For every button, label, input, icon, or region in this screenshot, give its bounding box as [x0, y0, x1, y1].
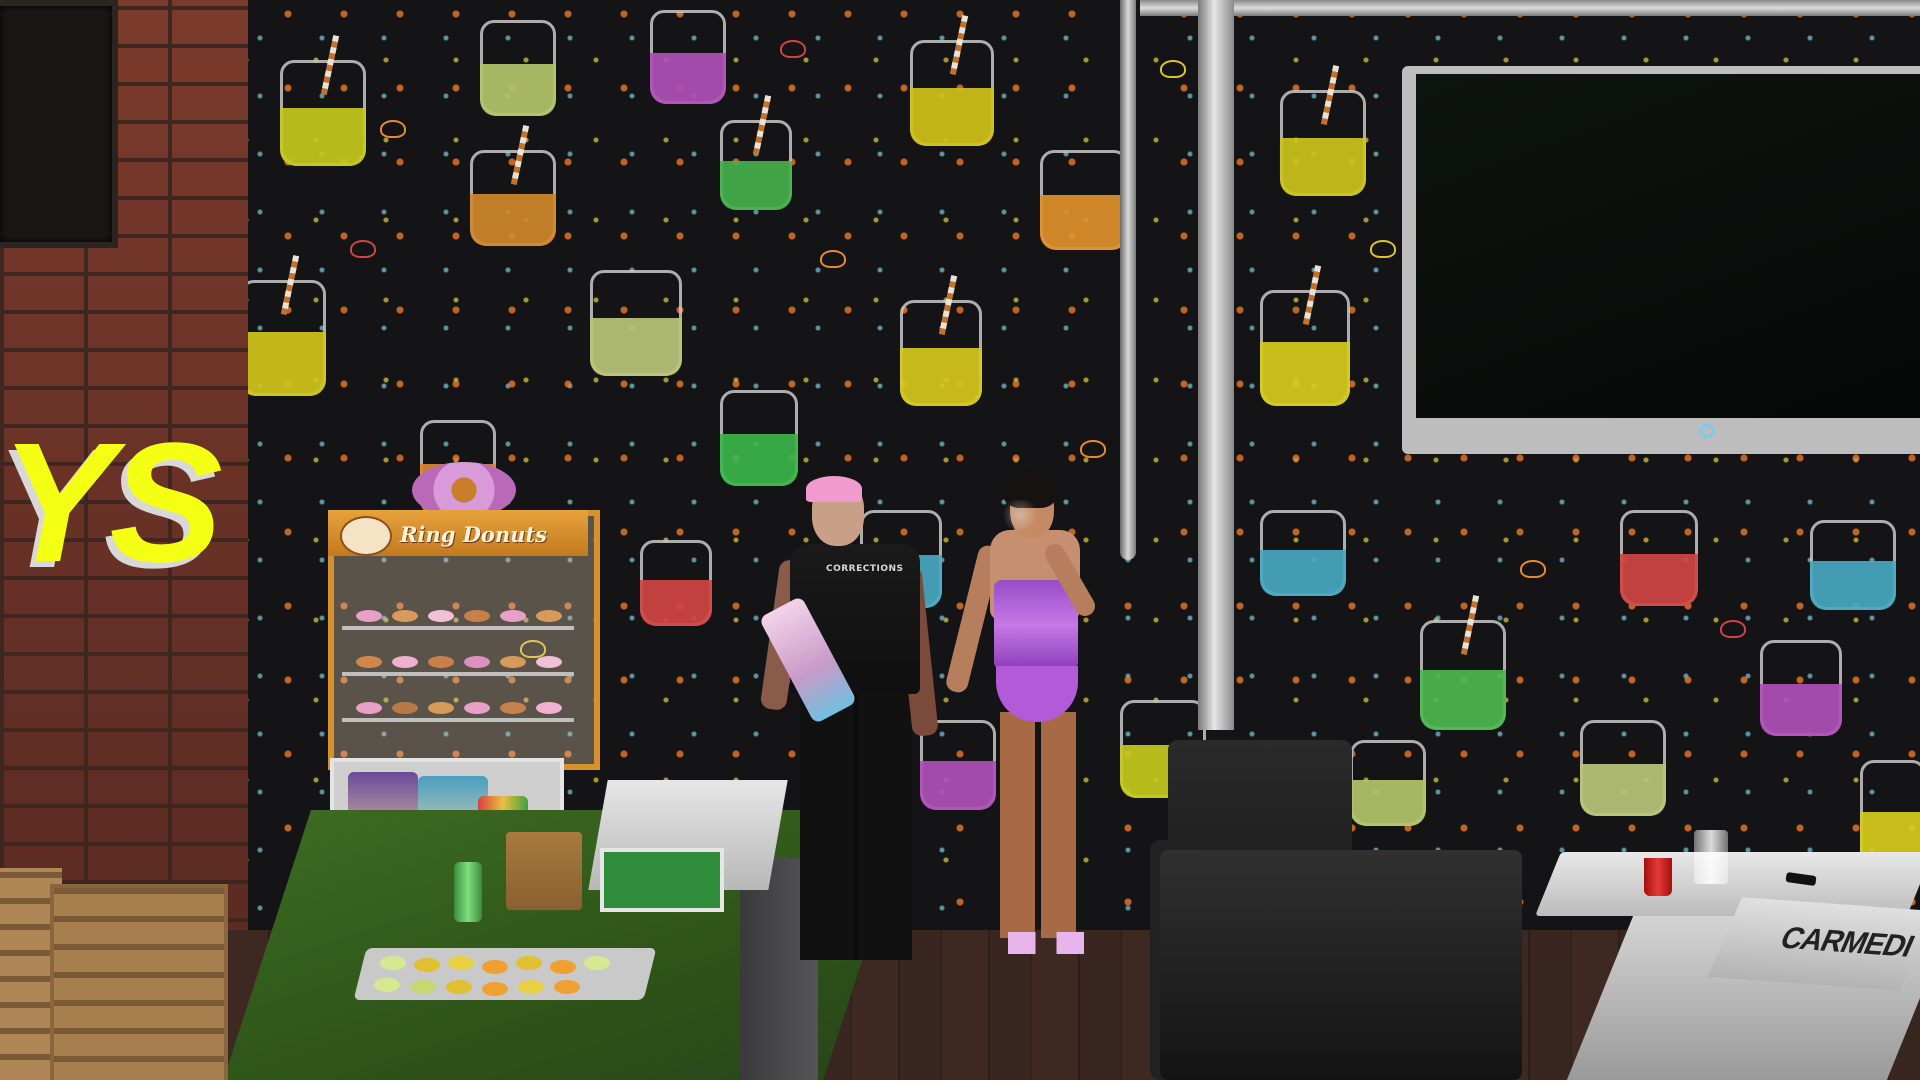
pattern-fruit [1370, 240, 1396, 258]
citrus-slice [482, 982, 508, 996]
donut [500, 702, 526, 714]
pattern-fruit [1160, 60, 1186, 78]
citrus-slice [518, 980, 544, 994]
pattern-jar [650, 10, 726, 104]
ring-donuts-logo-icon [340, 516, 392, 556]
donut [500, 610, 526, 622]
pattern-fruit [350, 240, 376, 258]
donut [536, 610, 562, 622]
donut [428, 702, 454, 714]
cabinet-title: Ring Donuts [400, 522, 547, 547]
glass[interactable] [1694, 830, 1728, 884]
donut [428, 610, 454, 622]
pattern-fruit [780, 40, 806, 58]
donut [356, 656, 382, 668]
pattern-jar [1810, 520, 1896, 610]
donut [356, 702, 382, 714]
citrus-slice [584, 956, 610, 970]
donut [428, 656, 454, 668]
pattern-jar [240, 255, 326, 396]
pattern-fruit [820, 250, 846, 268]
wooden-crate [50, 884, 228, 1080]
neon-sign: YS [0, 408, 223, 598]
cabinet-shelf [342, 626, 574, 630]
cabinet-shelf [342, 718, 574, 722]
red-cup[interactable] [1644, 858, 1672, 896]
citrus-slice [482, 960, 508, 974]
pattern-jar [1620, 510, 1698, 606]
vest-label: CORRECTIONS [826, 564, 904, 574]
citrus-slice [380, 956, 406, 970]
citrus-slice [414, 958, 440, 972]
pattern-jar [720, 390, 798, 486]
citrus-slice [516, 956, 542, 970]
ceiling-pipe [1140, 0, 1920, 16]
tv-standby-led-icon [1700, 424, 1714, 438]
donut [500, 656, 526, 668]
cigarette-smoke [1000, 500, 1040, 530]
donut [464, 610, 490, 622]
donut [464, 656, 490, 668]
pattern-jar [640, 540, 712, 626]
donut [536, 702, 562, 714]
citrus-slice [448, 956, 474, 970]
pattern-fruit [1720, 620, 1746, 638]
pattern-jar [900, 275, 982, 406]
pattern-fruit [380, 120, 406, 138]
pattern-jar [1580, 720, 1666, 816]
paper-bag[interactable] [506, 832, 582, 910]
pattern-jar [590, 270, 682, 376]
woman-heels [1008, 932, 1084, 954]
game-scene: YS Ring Donuts CARMEDI CORRECTIONS [0, 0, 1920, 1080]
pattern-jar [1280, 65, 1366, 196]
armchair[interactable] [1160, 850, 1522, 1080]
citrus-slice [554, 980, 580, 994]
officer-legs [800, 690, 912, 960]
pattern-jar [280, 35, 366, 166]
tv-screen[interactable] [1416, 74, 1920, 418]
donut [392, 702, 418, 714]
pattern-jar [1350, 740, 1426, 826]
pattern-jar [1760, 640, 1842, 736]
pattern-fruit [1520, 560, 1546, 578]
green-donut-box[interactable] [600, 848, 724, 912]
pattern-jar [1420, 595, 1506, 730]
donut [464, 702, 490, 714]
citrus-slice [550, 960, 576, 974]
officer-pink-hair [806, 476, 862, 502]
wall-picture-frame [0, 0, 118, 248]
pattern-jar [1040, 150, 1128, 250]
citrus-slice [446, 980, 472, 994]
pattern-jar [1260, 510, 1346, 596]
citrus-slice [374, 978, 400, 992]
donut [356, 610, 382, 622]
pattern-jar [720, 95, 792, 210]
thick-wall-pipe [1198, 0, 1234, 730]
citrus-slice [410, 980, 436, 994]
soda-can[interactable] [454, 862, 482, 922]
thin-wall-pipe [1120, 0, 1136, 560]
pattern-jar [480, 20, 556, 116]
pattern-jar [470, 125, 556, 246]
donut [536, 656, 562, 668]
donut [392, 656, 418, 668]
pattern-jar [1260, 265, 1350, 406]
pattern-fruit [1080, 440, 1106, 458]
cabinet-shelf [342, 672, 574, 676]
pattern-jar [910, 15, 994, 146]
donut [392, 610, 418, 622]
woman-legs [1000, 712, 1076, 938]
